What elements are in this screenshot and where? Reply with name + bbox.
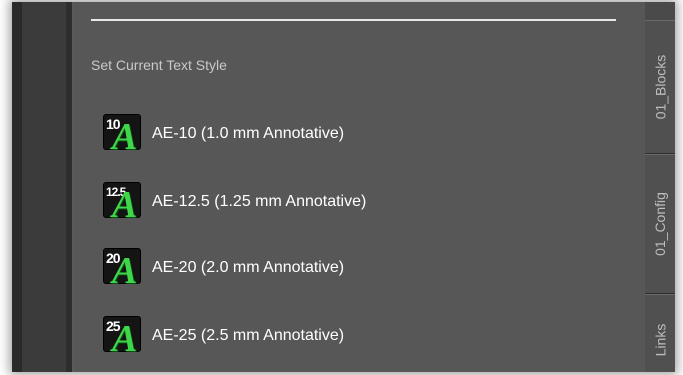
tab-label: Links (652, 323, 668, 357)
text-style-icon: 20 A (100, 246, 146, 290)
text-style-icon: 25 A (100, 314, 146, 358)
tab-label: 01_Config (652, 192, 669, 256)
text-style-label: AE-12.5 (1.25 mm Annotative) (152, 193, 367, 210)
text-style-icon: 10 A (100, 112, 146, 156)
text-style-label: AE-20 (2.0 mm Annotative) (152, 259, 345, 276)
palette-tabs: 01_Blocks 01_Config Links (645, 2, 675, 372)
text-style-item-ae-10[interactable]: 10 A AE-10 (1.0 mm Annotative) (100, 112, 540, 156)
text-style-item-ae-20[interactable]: 20 A AE-20 (2.0 mm Annotative) (100, 246, 540, 290)
tab-01-config[interactable]: 01_Config (645, 154, 675, 294)
palette-edge (12, 2, 22, 372)
text-style-label: AE-10 (1.0 mm Annotative) (152, 125, 345, 142)
palette-title-bar[interactable] (22, 2, 66, 372)
icon-letter: A (112, 318, 138, 360)
tab-label: 01_Blocks (652, 54, 668, 120)
section-divider (91, 19, 616, 21)
palette-content: Set Current Text Style 10 A AE-10 (1.0 m… (74, 2, 645, 372)
section-title: Set Current Text Style (91, 57, 227, 73)
icon-letter: A (112, 116, 138, 158)
text-style-item-ae-12-5[interactable]: 12.5 A AE-12.5 (1.25 mm Annotative) (100, 180, 540, 224)
text-style-label: AE-25 (2.5 mm Annotative) (152, 327, 345, 344)
text-style-icon: 12.5 A (100, 180, 146, 224)
tab-01-blocks[interactable]: 01_Blocks (645, 20, 675, 154)
tab-links[interactable]: Links (645, 294, 675, 372)
text-style-item-ae-25[interactable]: 25 A AE-25 (2.5 mm Annotative) (100, 314, 540, 358)
icon-letter: A (112, 250, 138, 292)
tool-palette-window: Set Current Text Style 10 A AE-10 (1.0 m… (12, 2, 675, 372)
icon-letter: A (112, 184, 138, 226)
